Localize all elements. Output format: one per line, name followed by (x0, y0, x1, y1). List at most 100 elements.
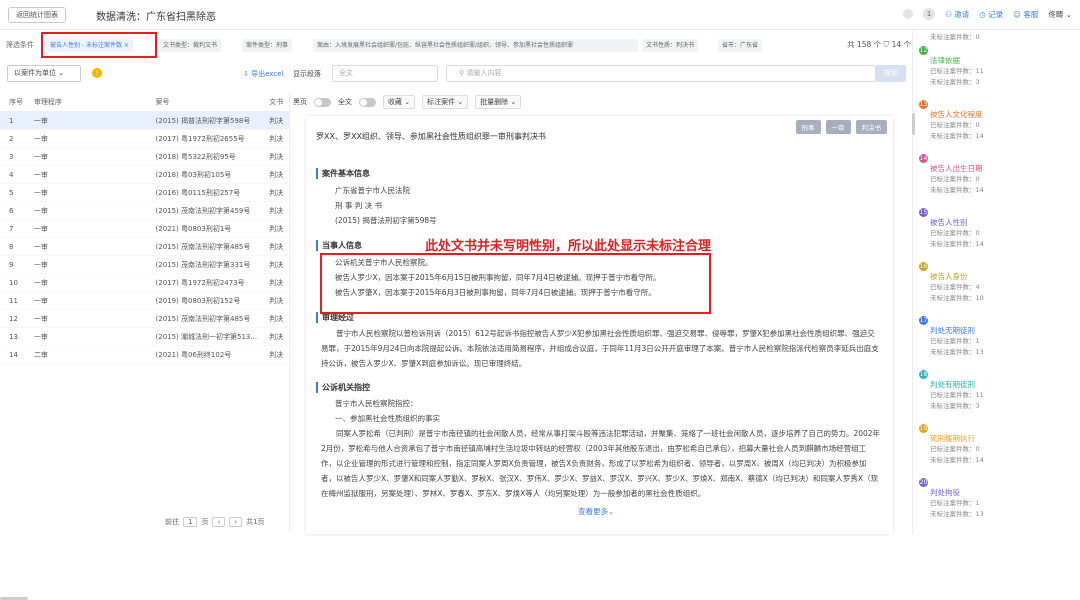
tag-first-instance[interactable]: 一审 (825, 120, 851, 134)
annotation-item[interactable]: 16 被告人身份 已标注案件数：4 未标注案件数：10 (919, 262, 1077, 304)
page-total: 共1页 (246, 518, 265, 526)
annotation-item[interactable]: 18 判处有期徒刑 已标注案件数：11 未标注案件数：3 (919, 370, 1077, 412)
annotation-item[interactable]: 14 被告人出生日期 已标注案件数：0 未标注案件数：14 (919, 154, 1077, 196)
annotation-count: 未标注案件数：14 (930, 186, 984, 194)
claim-line-1: 普宁市人民检察院指控： (335, 399, 418, 408)
notification-count[interactable]: 1 (923, 8, 936, 20)
row-procedure: 一审 (33, 224, 48, 233)
wrap-label: 黑页 (293, 98, 307, 106)
case-list: 序号 审理程序 案号 文书 1 一审 (2015) 揭普法刑初字第598号 判决 2 一审… (0, 92, 290, 600)
document-tags: 刑事 一审 判决书 (795, 120, 887, 134)
export-excel-button[interactable]: ⇩ 导出excel (243, 69, 283, 79)
page-title: 数据清洗：广东省扫黑除恶 (96, 12, 216, 23)
view-more-link[interactable]: 查看更多⌄ (578, 506, 614, 517)
row-doc: 判决 (269, 188, 284, 197)
row-case-no: (2016) 粤0115刑初257号 (155, 188, 241, 197)
table-row[interactable]: 1 一审 (2015) 揭普法刑初字第598号 判决 (0, 112, 289, 130)
row-no: 7 (9, 224, 14, 233)
right-scrollbar[interactable] (912, 113, 915, 135)
next-page-button[interactable]: › (229, 517, 243, 527)
table-row[interactable]: 12 一审 (2015) 茂南法刑初字第485号 判决 (0, 310, 289, 328)
row-no: 13 (9, 332, 18, 341)
table-row[interactable]: 6 一审 (2015) 茂南法刑初字第459号 判决 (0, 202, 289, 220)
annotation-item[interactable]: 未标注案件数：0 (919, 32, 1077, 43)
row-case-no: (2017) 粤1972刑初2655号 (155, 134, 245, 143)
annotation-number: 12 (919, 46, 928, 55)
row-no: 9 (9, 260, 14, 269)
table-row[interactable]: 5 一审 (2016) 粤0115刑初257号 判决 (0, 184, 289, 202)
annotation-number: 18 (919, 370, 928, 379)
fulltext-label: 全文 (338, 98, 352, 106)
back-button[interactable]: 返回统计图表 (8, 7, 66, 23)
row-procedure: 一审 (33, 314, 48, 323)
header-procedure[interactable]: 审理程序 (28, 97, 142, 107)
prev-page-button[interactable]: ‹ (212, 517, 226, 527)
record-label: 记录 (988, 9, 1004, 19)
annotation-panel: 未标注案件数：0 12 法律依据 已标注案件数：11 未标注案件数：3 13 被告人文化程度… (912, 30, 1080, 534)
annotation-count: 未标注案件数：14 (930, 132, 984, 140)
table-row[interactable]: 4 一审 (2018) 粤03刑初105号 判决 (0, 166, 289, 184)
user-menu[interactable]: 佟畴 ⌄ (1048, 9, 1072, 20)
unit-select[interactable]: 以案件为单位 ⌄ (7, 65, 81, 82)
service-link[interactable]: ☺ 客服 (1013, 9, 1038, 20)
table-row[interactable]: 8 一审 (2015) 茂南法刑初字第485号 判决 (0, 238, 289, 256)
table-row[interactable]: 11 一审 (2019) 粤0803刑初152号 判决 (0, 292, 289, 310)
filter-tag-cause[interactable]: 案由：入境发展黑社会组织罪/包庇、纵容黑社会性质组织罪/组织、领导、参加黑社会性… (313, 39, 638, 52)
table-row[interactable]: 2 一审 (2017) 粤1972刑初2655号 判决 (0, 130, 289, 148)
export-label: 导出excel (251, 70, 284, 78)
annotation-item[interactable]: 12 法律依据 已标注案件数：11 未标注案件数：3 (919, 46, 1077, 88)
record-link[interactable]: ◷ 记录 (979, 9, 1003, 20)
search-input[interactable]: ⚲ 请输入内容 (446, 65, 876, 82)
tag-judgment[interactable]: 判决书 (855, 120, 887, 134)
header-case-no[interactable]: 案号 (142, 97, 270, 107)
annotation-item[interactable]: 17 判处无期徒刑 已标注案件数：1 未标注案件数：13 (919, 316, 1077, 358)
table-row[interactable]: 7 一审 (2021) 粤0803刑初1号 判决 (0, 220, 289, 238)
claim-line-2: 一、参加黑社会性质组织的事实 (335, 414, 440, 423)
row-case-no: (2015) 揭普法刑初字第598号 (155, 116, 251, 125)
tag-criminal[interactable]: 刑事 (795, 120, 821, 134)
annotation-name: 被告人性别 (930, 218, 968, 227)
filter-icon[interactable]: ⛉ (884, 40, 890, 49)
collect-button[interactable]: 收藏 ⌄ (383, 95, 416, 109)
display-select[interactable]: 全文 (332, 65, 438, 82)
batch-delete-label: 批量删除 (480, 98, 509, 106)
search-button[interactable]: 搜索 (876, 65, 906, 82)
annotation-name: 法律依据 (930, 56, 960, 65)
row-no: 5 (9, 188, 14, 197)
annotation-item[interactable]: 20 判处拘役 已标注案件数：1 未标注案件数：13 (919, 478, 1077, 520)
row-doc: 判决 (269, 314, 284, 323)
invite-link[interactable]: ⚇ 邀请 (945, 9, 969, 20)
fulltext-toggle[interactable] (359, 97, 376, 107)
table-row[interactable]: 14 二审 (2021) 粤06刑终102号 判决 (0, 346, 289, 364)
pager: 前往 1 页 ‹ › 共1页 (165, 517, 265, 527)
annotation-item[interactable]: 15 被告人性别 已标注案件数：0 未标注案件数：14 (919, 208, 1077, 250)
row-procedure: 一审 (33, 242, 48, 251)
annotation-name: 判处有期徒刑 (930, 380, 975, 389)
filter-tag-casetype[interactable]: 案件类型：刑事 (242, 39, 293, 52)
filter-tag-province[interactable]: 省市：广东省 (718, 39, 763, 52)
filter-tag-docnature[interactable]: 文书性质：判决书 (642, 39, 699, 52)
list-header: 序号 审理程序 案号 文书 (0, 92, 289, 112)
filter-tag-doctype[interactable]: 文书类型：裁判文书 (159, 39, 222, 52)
row-case-no: (2015) 茂南法刑初字第485号 (155, 314, 251, 323)
row-procedure: 二审 (33, 350, 48, 359)
row-no: 3 (9, 152, 14, 161)
table-row[interactable]: 9 一审 (2015) 茂南法刑初字第331号 判决 (0, 256, 289, 274)
annotation-item[interactable]: 13 被告人文化程度 已标注案件数：0 未标注案件数：14 (919, 100, 1077, 142)
annotation-count: 已标注案件数：11 (930, 391, 984, 399)
page-input[interactable]: 1 (183, 517, 198, 527)
annotation-name: 被告人文化程度 (930, 110, 983, 119)
annotation-item[interactable]: 19 死刑缓期执行 已标注案件数：0 未标注案件数：14 (919, 424, 1077, 466)
list-rows: 1 一审 (2015) 揭普法刑初字第598号 判决 2 一审 (2017) 粤1972刑初… (0, 112, 289, 364)
row-case-no: (2017) 粤1972刑初2473号 (155, 278, 245, 287)
batch-delete-button[interactable]: 批量删除 ⌄ (475, 95, 522, 109)
annotation-count: 未标注案件数：0 (930, 33, 980, 41)
table-row[interactable]: 10 一审 (2017) 粤1972刑初2473号 判决 (0, 274, 289, 292)
annotate-button[interactable]: 标注案件 ⌄ (422, 95, 469, 109)
table-row[interactable]: 13 一审 (2015) 潮城法刑一初字第513... 判决 (0, 328, 289, 346)
table-row[interactable]: 3 一审 (2018) 粤5322刑初95号 判决 (0, 148, 289, 166)
display-label: 显示段落 (293, 70, 321, 78)
wrap-toggle[interactable] (314, 97, 331, 107)
row-procedure: 一审 (33, 152, 48, 161)
warning-icon[interactable]: ! (92, 68, 102, 78)
